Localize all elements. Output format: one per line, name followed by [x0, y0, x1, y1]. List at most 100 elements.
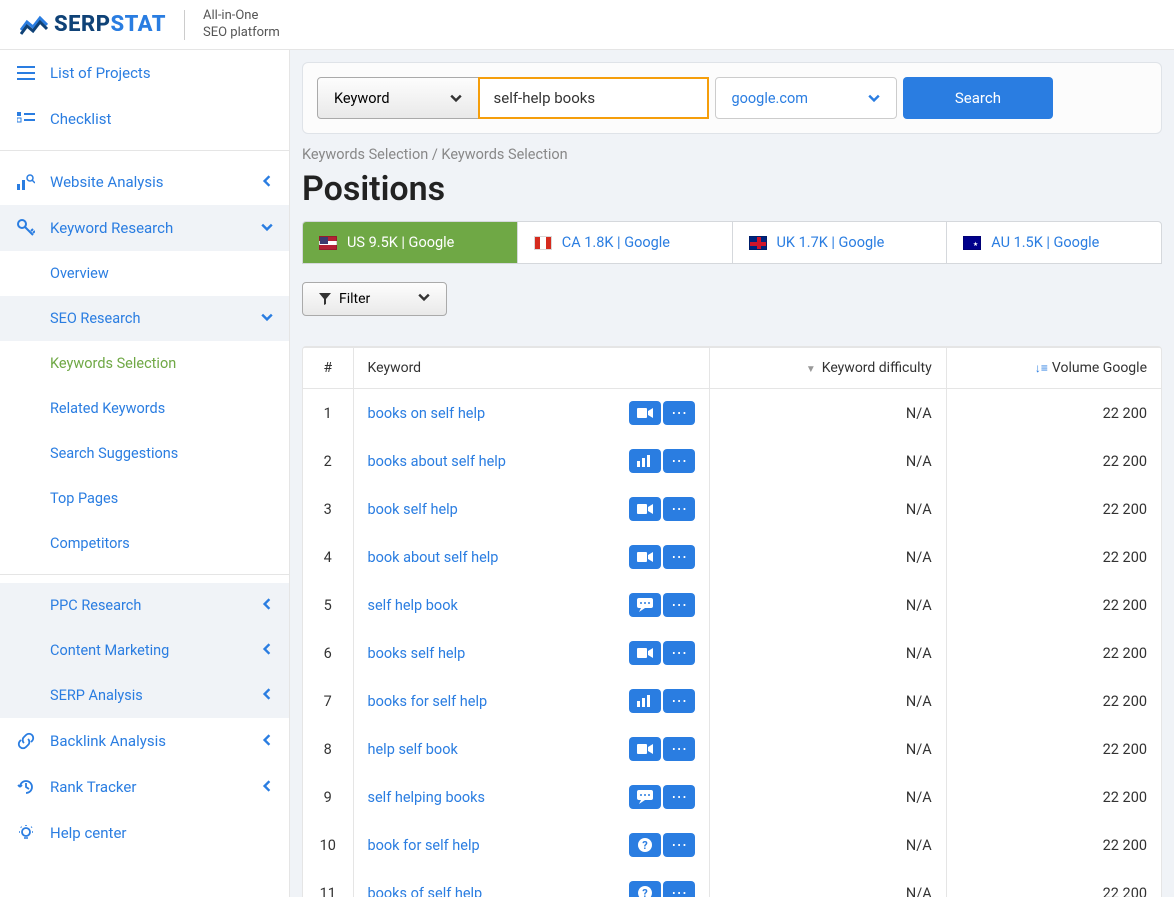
chevron-left-icon [261, 597, 273, 614]
region-tab-ca[interactable]: CA 1.8K | Google [518, 222, 733, 263]
chevron-left-icon [261, 642, 273, 659]
more-actions-button[interactable] [663, 497, 695, 521]
serp-feature-chat-icon[interactable] [629, 785, 661, 809]
filter-button[interactable]: Filter [302, 282, 447, 316]
app-header: SERPSTAT All-in-One SEO platform [0, 0, 1174, 50]
col-number[interactable]: # [303, 348, 353, 389]
keyword-link[interactable]: books on self help [368, 405, 486, 422]
logo[interactable]: SERPSTAT [20, 12, 166, 37]
sort-desc-icon: ▼ [806, 364, 816, 375]
keyword-link[interactable]: book self help [368, 501, 458, 518]
row-volume: 22 200 [946, 869, 1161, 897]
row-number: 10 [303, 821, 353, 869]
nav-website-analysis-label: Website Analysis [50, 173, 164, 191]
col-volume[interactable]: ↓≡Volume Google [946, 348, 1161, 389]
search-domain-select[interactable]: google.com [715, 77, 897, 119]
more-actions-button[interactable] [663, 545, 695, 569]
nav-search-suggestions[interactable]: Search Suggestions [0, 431, 289, 476]
serp-feature-question-icon[interactable]: ? [629, 881, 661, 897]
region-tab-us[interactable]: US 9.5K | Google [303, 222, 518, 263]
nav-keyword-research[interactable]: Keyword Research [0, 205, 289, 251]
nav-ppc-research[interactable]: PPC Research [0, 583, 289, 628]
link-icon [16, 732, 36, 750]
serp-feature-video-icon[interactable] [629, 737, 661, 761]
table-row: 1 books on self help N/A 22 200 [303, 389, 1161, 438]
search-domain-label: google.com [732, 90, 808, 107]
more-actions-button[interactable] [663, 833, 695, 857]
region-tab-uk[interactable]: UK 1.7K | Google [733, 222, 948, 263]
serp-feature-video-icon[interactable] [629, 641, 661, 665]
logo-icon [20, 15, 48, 35]
serp-feature-chat-icon[interactable] [629, 593, 661, 617]
keyword-link[interactable]: books about self help [368, 453, 506, 470]
keyword-link[interactable]: help self book [368, 741, 458, 758]
nav-website-analysis[interactable]: Website Analysis [0, 159, 289, 205]
tagline-line1: All-in-One [203, 8, 280, 25]
nav-checklist-label: Checklist [50, 110, 111, 128]
chevron-down-icon [450, 92, 462, 104]
nav-projects[interactable]: List of Projects [0, 50, 289, 96]
breadcrumbs: Keywords Selection / Keywords Selection [290, 146, 1174, 163]
serp-feature-video-icon[interactable] [629, 497, 661, 521]
keyword-link[interactable]: self help book [368, 597, 458, 614]
more-actions-button[interactable] [663, 449, 695, 473]
keyword-link[interactable]: self helping books [368, 789, 485, 806]
nav-keywords-selection[interactable]: Keywords Selection [0, 341, 289, 386]
col-difficulty[interactable]: ▼Keyword difficulty [710, 348, 947, 389]
region-tabs: US 9.5K | Google CA 1.8K | GoogleUK 1.7K … [302, 221, 1162, 264]
nav-top-pages[interactable]: Top Pages [0, 476, 289, 521]
row-number: 11 [303, 869, 353, 897]
brand-stat: STAT [110, 12, 166, 37]
row-difficulty: N/A [710, 869, 947, 897]
nav-overview[interactable]: Overview [0, 251, 289, 296]
keyword-link[interactable]: books self help [368, 645, 466, 662]
more-actions-button[interactable] [663, 641, 695, 665]
table-row: 8 help self book N/A 22 200 [303, 725, 1161, 773]
keyword-link[interactable]: books of self help [368, 885, 483, 897]
nav-related-keywords[interactable]: Related Keywords [0, 386, 289, 431]
serp-feature-bars-icon[interactable] [629, 449, 661, 473]
search-input[interactable] [478, 77, 709, 119]
keyword-link[interactable]: book for self help [368, 837, 480, 854]
more-actions-button[interactable] [663, 593, 695, 617]
nav-content-marketing-label: Content Marketing [50, 642, 169, 659]
logo-divider [184, 10, 185, 40]
serp-feature-bars-icon[interactable] [629, 689, 661, 713]
sort-icon: ↓≡ [1035, 361, 1048, 375]
chevron-down-icon [261, 310, 273, 327]
row-volume: 22 200 [946, 821, 1161, 869]
search-button[interactable]: Search [903, 77, 1053, 119]
nav-checklist[interactable]: Checklist [0, 96, 289, 142]
more-actions-button[interactable] [663, 737, 695, 761]
nav-keyword-research-label: Keyword Research [50, 219, 173, 237]
region-tab-au[interactable]: AU 1.5K | Google [947, 222, 1161, 263]
row-number: 6 [303, 629, 353, 677]
row-difficulty: N/A [710, 629, 947, 677]
chevron-left-icon [261, 173, 273, 191]
nav-content-marketing[interactable]: Content Marketing [0, 628, 289, 673]
nav-rank-tracker[interactable]: Rank Tracker [0, 764, 289, 810]
serp-feature-question-icon[interactable]: ? [629, 833, 661, 857]
more-actions-button[interactable] [663, 401, 695, 425]
nav-seo-research[interactable]: SEO Research [0, 296, 289, 341]
more-actions-button[interactable] [663, 785, 695, 809]
more-actions-button[interactable] [663, 881, 695, 897]
search-mode-select[interactable]: Keyword [317, 77, 479, 119]
serp-feature-video-icon[interactable] [629, 545, 661, 569]
row-difficulty: N/A [710, 581, 947, 629]
more-actions-button[interactable] [663, 689, 695, 713]
nav-help-center[interactable]: Help center [0, 810, 289, 856]
key-icon [16, 219, 36, 237]
nav-backlink-analysis[interactable]: Backlink Analysis [0, 718, 289, 764]
keyword-link[interactable]: books for self help [368, 693, 488, 710]
serp-feature-video-icon[interactable] [629, 401, 661, 425]
brand-serp: SERP [54, 12, 110, 37]
row-keyword: books of self help ? [353, 869, 710, 897]
nav-competitors[interactable]: Competitors [0, 521, 289, 566]
col-keyword[interactable]: Keyword [353, 348, 710, 389]
region-tab-label: US 9.5K | Google [347, 234, 454, 251]
keyword-link[interactable]: book about self help [368, 549, 499, 566]
row-volume: 22 200 [946, 437, 1161, 485]
results-table: # Keyword ▼Keyword difficulty ↓≡Volume G… [302, 346, 1162, 897]
nav-serp-analysis[interactable]: SERP Analysis [0, 673, 289, 718]
